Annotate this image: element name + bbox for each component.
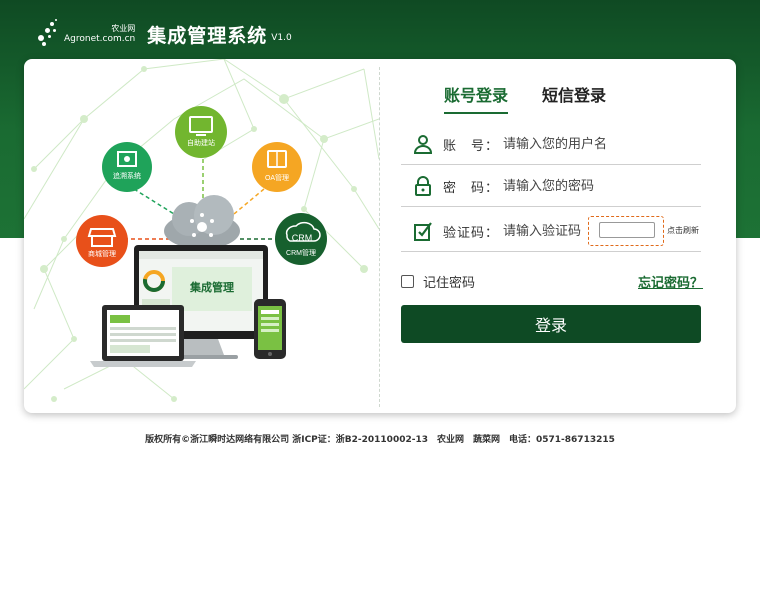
refresh-captcha-link[interactable]: 点击刷新: [667, 225, 699, 236]
account-label: 账 号：: [443, 138, 500, 154]
logo-en: Agronet.com.cn: [64, 34, 136, 44]
captcha-image[interactable]: [599, 222, 655, 238]
system-title: 集成管理系统: [147, 24, 268, 47]
password-input[interactable]: [501, 177, 675, 195]
tab-sms-login[interactable]: 短信登录: [542, 82, 606, 114]
account-input[interactable]: [501, 135, 675, 153]
captcha-input[interactable]: [501, 222, 591, 240]
tab-account-login[interactable]: 账号登录: [444, 82, 509, 114]
node-zizhu-label: 自助建站: [187, 138, 215, 147]
remember-password[interactable]: 记住密码: [401, 272, 475, 291]
remember-checkbox[interactable]: [401, 275, 414, 288]
node-crm-logo: CRM: [292, 233, 313, 243]
laptop-icon: [90, 305, 196, 367]
footer-copyright: 版权所有©浙江瞬时达网络有限公司 浙ICP证：浙B2-20110002-13 农…: [145, 435, 615, 445]
card-divider: [379, 67, 380, 407]
node-zhuisu-label: 追溯系统: [113, 171, 141, 180]
captcha-image-frame[interactable]: [588, 216, 664, 246]
captcha-label: 验证码：: [443, 225, 500, 241]
logo-cn: 农业网: [111, 24, 136, 33]
node-crm-label: CRM管理: [286, 248, 316, 257]
node-shangcheng-label: 商城管理: [88, 249, 116, 258]
cloud-icon: [164, 195, 240, 249]
logo-text: 农业网 Agronet.com.cn: [64, 23, 135, 45]
system-illustration: 自助建站 追溯系统 OA管理 商城管理 CRM CRM管理 集成管理: [24, 59, 379, 402]
node-oa-label: OA管理: [265, 173, 289, 182]
user-icon: [413, 135, 433, 154]
system-version: V1.0: [271, 33, 292, 43]
screen-title: 集成管理: [189, 280, 234, 294]
node-zhuisu: 追溯系统: [102, 142, 152, 192]
login-button[interactable]: 登录: [401, 305, 701, 343]
node-oa: OA管理: [252, 142, 302, 192]
lock-icon: [415, 176, 431, 196]
verify-check-icon: [414, 222, 432, 241]
login-tabs: 账号登录 短信登录: [444, 82, 606, 114]
node-shangcheng: 商城管理: [76, 215, 128, 267]
forgot-password-link[interactable]: 忘记密码？: [638, 272, 703, 291]
header: 农业网 Agronet.com.cn 集成管理系统 V1.0: [36, 16, 292, 52]
phone-icon: [254, 299, 286, 359]
password-label: 密 码：: [443, 180, 500, 196]
node-crm: CRM CRM管理: [275, 213, 327, 265]
agronet-logo-icon: [36, 19, 58, 49]
account-row: 账 号：: [401, 124, 701, 165]
node-zizhu: 自助建站: [175, 106, 227, 158]
password-row: 密 码：: [401, 166, 701, 207]
remember-label: 记住密码: [423, 276, 476, 291]
